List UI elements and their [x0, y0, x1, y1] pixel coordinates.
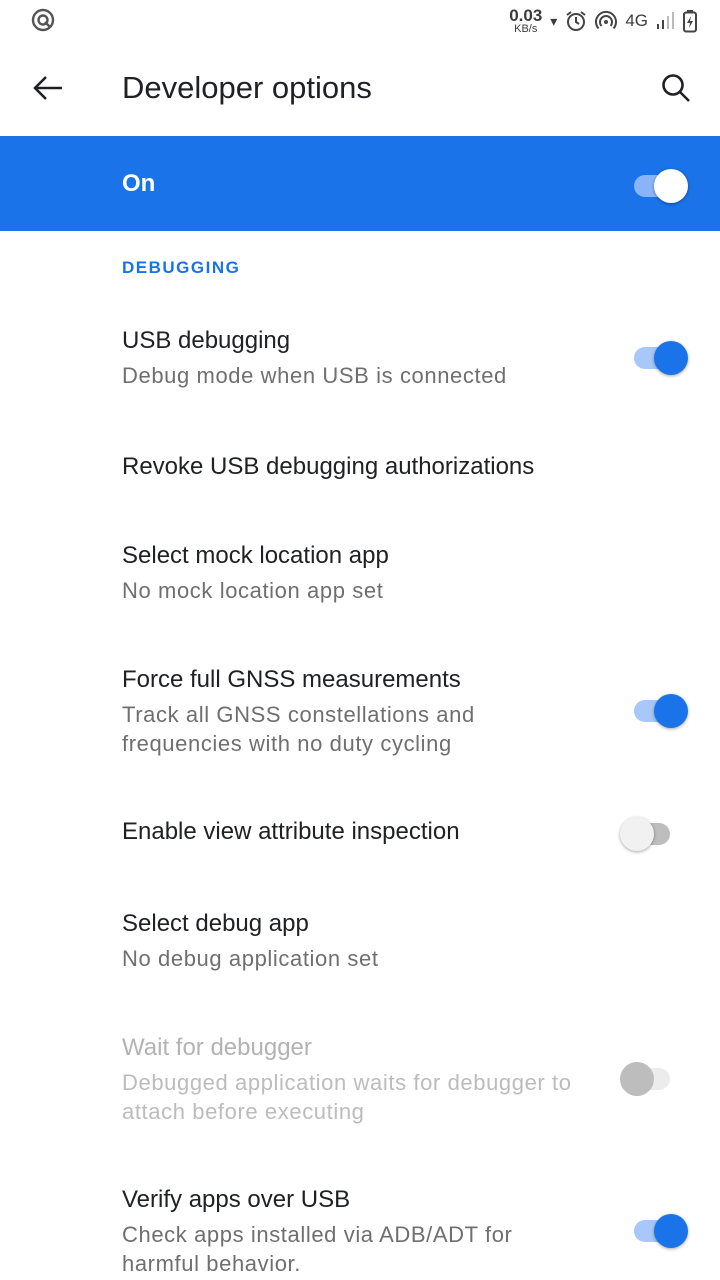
- master-switch-bar[interactable]: On: [0, 136, 720, 231]
- setting-summary: Debugged application waits for debugger …: [122, 1070, 572, 1124]
- setting-select-debug-app[interactable]: Select debug app No debug application se…: [0, 890, 720, 990]
- setting-title: Wait for debugger: [122, 1034, 312, 1061]
- battery-charging-icon: [683, 10, 697, 33]
- setting-summary: Debug mode when USB is connected: [122, 363, 507, 388]
- toggle-thumb: [654, 169, 688, 203]
- gnss-toggle[interactable]: [630, 690, 688, 728]
- setting-title: USB debugging: [122, 327, 291, 354]
- setting-view-attribute-inspection[interactable]: Enable view attribute inspection: [0, 790, 720, 875]
- setting-revoke-usb-authorizations[interactable]: Revoke USB debugging authorizations: [0, 420, 720, 510]
- signal-icon: [657, 12, 674, 29]
- toggle-thumb: [620, 1062, 654, 1096]
- setting-summary: Check apps installed via ADB/ADT for har…: [122, 1222, 513, 1276]
- setting-title: Force full GNSS measurements: [122, 666, 461, 693]
- status-bar: 0.03 KB/s ▾ 4G: [0, 0, 720, 40]
- net-speed-value: 0.03: [509, 6, 543, 25]
- setting-usb-debugging[interactable]: USB debugging Debug mode when USB is con…: [0, 310, 720, 410]
- back-button[interactable]: [26, 66, 70, 110]
- setting-summary: No debug application set: [122, 946, 379, 971]
- net-speed-unit: KB/s: [514, 23, 538, 35]
- toggle-thumb: [620, 817, 654, 851]
- wait-for-debugger-toggle: [620, 1058, 678, 1096]
- setting-title: Revoke USB debugging authorizations: [122, 453, 535, 480]
- setting-summary: No mock location app set: [122, 578, 384, 603]
- setting-verify-apps-over-usb[interactable]: Verify apps over USB Check apps installe…: [0, 1168, 720, 1280]
- setting-summary: Track all GNSS constellations and freque…: [122, 702, 475, 756]
- setting-title: Verify apps over USB: [122, 1186, 351, 1213]
- usb-debugging-toggle[interactable]: [630, 337, 688, 375]
- view-attribute-toggle[interactable]: [620, 813, 678, 851]
- setting-wait-for-debugger: Wait for debugger Debugged application w…: [0, 1015, 720, 1145]
- arrow-left-icon: [33, 76, 62, 100]
- app-bar: Developer options: [0, 40, 720, 136]
- net-speed: 0.03 KB/s: [509, 7, 542, 35]
- toggle-thumb: [654, 341, 688, 375]
- page-title: Developer options: [122, 70, 372, 105]
- toggle-thumb: [654, 1214, 688, 1248]
- setting-force-full-gnss[interactable]: Force full GNSS measurements Track all G…: [0, 645, 720, 775]
- setting-mock-location-app[interactable]: Select mock location app No mock locatio…: [0, 520, 720, 620]
- status-icons: 0.03 KB/s ▾ 4G: [509, 6, 698, 36]
- section-header-debugging: DEBUGGING: [122, 258, 241, 277]
- setting-title: Select mock location app: [122, 542, 389, 569]
- search-icon: [662, 74, 690, 102]
- setting-title: Select debug app: [122, 910, 309, 937]
- search-button[interactable]: [654, 66, 698, 110]
- verify-apps-toggle[interactable]: [630, 1210, 688, 1248]
- toggle-thumb: [654, 694, 688, 728]
- master-switch-toggle[interactable]: [630, 165, 688, 203]
- master-switch-label: On: [122, 170, 156, 197]
- network-type: 4G: [625, 11, 648, 30]
- hotspot-icon: [595, 10, 618, 30]
- app-notification-icon: [31, 8, 55, 32]
- setting-title: Enable view attribute inspection: [122, 818, 460, 845]
- alarm-icon: [566, 11, 586, 31]
- download-arrow-icon: ▾: [550, 12, 558, 29]
